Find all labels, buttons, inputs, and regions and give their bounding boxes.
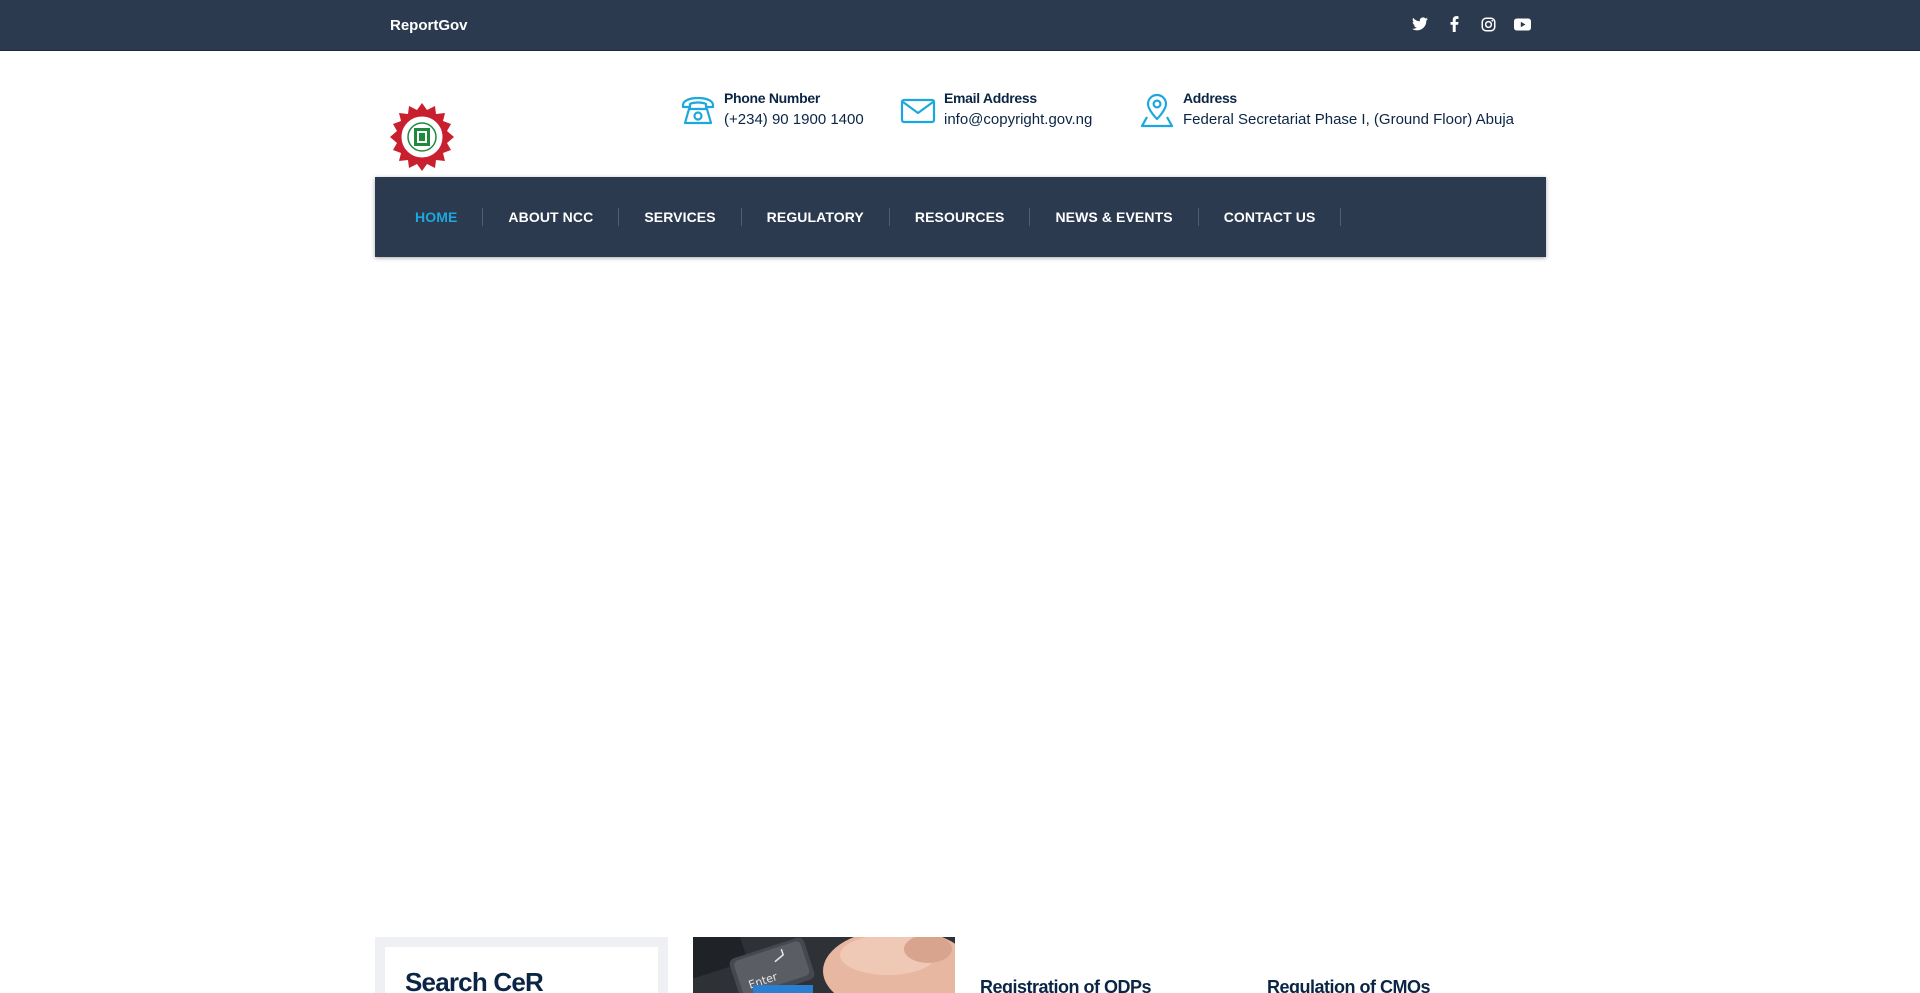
service-regulation-cmos[interactable]: Regulation of CMOs xyxy=(1267,977,1431,993)
email-icon xyxy=(900,93,936,129)
facebook-icon[interactable] xyxy=(1444,14,1464,34)
nav-label: NEWS & EVENTS xyxy=(1055,209,1173,225)
email-title: Email Address xyxy=(944,90,1037,106)
search-cer-title: Search CeR xyxy=(405,967,544,993)
phone-value[interactable]: (+234) 90 1900 1400 xyxy=(724,111,864,129)
nav-label: REGULATORY xyxy=(766,209,864,225)
address-value: Federal Secretariat Phase I, (Ground Flo… xyxy=(1183,111,1514,128)
nav-item-news-events[interactable]: NEWS & EVENTS xyxy=(1055,209,1172,225)
nav-item-home[interactable]: HOME xyxy=(415,209,457,225)
contact-phone: Phone Number (+234) 90 1900 1400 xyxy=(680,89,864,129)
social-links xyxy=(1410,14,1532,34)
nav-divider xyxy=(1029,208,1031,226)
main-nav: HOME ABOUT NCC SERVICES REGULATORY RESOU… xyxy=(375,177,1546,257)
site-header: Phone Number (+234) 90 1900 1400 Email A… xyxy=(0,51,1920,177)
search-cer-card: Search CeR xyxy=(375,937,668,993)
instagram-icon[interactable] xyxy=(1478,14,1498,34)
nav-label: CONTACT US xyxy=(1223,209,1316,225)
nav-divider xyxy=(1197,208,1199,226)
address-title: Address xyxy=(1183,90,1237,106)
nav-item-resources[interactable]: RESOURCES xyxy=(915,209,1005,225)
phone-title: Phone Number xyxy=(724,90,820,106)
nav-label: RESOURCES xyxy=(914,209,1005,225)
phone-icon xyxy=(680,93,716,129)
contact-address: Address Federal Secretariat Phase I, (Gr… xyxy=(1139,89,1514,129)
email-value[interactable]: info@copyright.gov.ng xyxy=(944,111,1092,129)
nav-divider xyxy=(618,208,620,226)
nav-label: HOME xyxy=(415,209,458,225)
nav-item-services[interactable]: SERVICES xyxy=(644,209,715,225)
top-bar: ReportGov xyxy=(0,0,1920,51)
nav-divider xyxy=(888,208,890,226)
youtube-icon[interactable] xyxy=(1512,14,1532,34)
nav-divider xyxy=(482,208,484,226)
keyboard-photo: Enter xyxy=(693,937,955,993)
twitter-icon[interactable] xyxy=(1410,14,1430,34)
service-registration-odps[interactable]: Registration of ODPs xyxy=(980,977,1152,993)
location-pin-icon xyxy=(1139,93,1175,129)
nav-label: SERVICES xyxy=(644,209,716,225)
nav-divider xyxy=(740,208,742,226)
search-cer-panel: Search CeR xyxy=(385,947,658,993)
contact-email: Email Address info@copyright.gov.ng xyxy=(900,89,1092,129)
nav-item-regulatory[interactable]: REGULATORY xyxy=(767,209,864,225)
ncc-logo[interactable] xyxy=(390,101,454,173)
nav-label: ABOUT NCC xyxy=(508,209,594,225)
nav-divider xyxy=(1340,208,1342,226)
nav-item-contact-us[interactable]: CONTACT US xyxy=(1224,209,1316,225)
nav-item-about-ncc[interactable]: ABOUT NCC xyxy=(508,209,593,225)
reportgov-link[interactable]: ReportGov xyxy=(390,17,468,34)
